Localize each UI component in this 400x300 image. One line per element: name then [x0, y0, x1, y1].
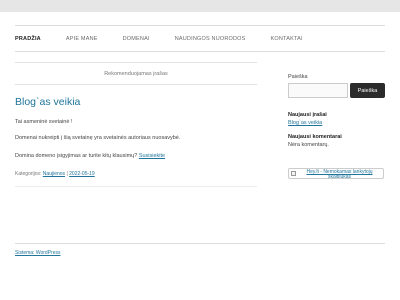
nav-item-pradzia[interactable]: PRADŽIA	[15, 36, 41, 42]
counter-banner-link[interactable]: Hey.lt - Nemokamas lankytojų skaitliukas	[298, 170, 381, 179]
nav-item-domenai[interactable]: DOMENAI	[123, 36, 150, 42]
nav-item-naudingos-nuorodos[interactable]: NAUDINGOS NUORODOS	[175, 36, 246, 42]
post-article: Blog`as veikia Tai asmeninė svetainė ! D…	[15, 96, 257, 187]
meta-separator: |	[66, 171, 68, 177]
post-paragraph-1: Tai asmeninė svetainė !	[15, 119, 73, 125]
footer-credit-link[interactable]: Sistema: WordPress	[15, 250, 60, 256]
recent-posts-title: Naujausi įrašai	[288, 112, 327, 118]
post-date-link[interactable]: 2022-05-19	[69, 171, 95, 177]
post-paragraph-3-text: Domina domeno įsigyjimas ar turite kitų …	[15, 153, 138, 159]
search-button[interactable]: Paieška	[350, 83, 385, 98]
category-link[interactable]: Naujienos	[43, 171, 65, 177]
post-title[interactable]: Blog`as veikia	[15, 96, 257, 108]
contact-link[interactable]: Susisiekite	[139, 153, 165, 159]
recent-post-link[interactable]: Blog`as veikia	[288, 120, 322, 126]
recent-comments-empty: Nėra komentarų.	[288, 142, 329, 148]
main-content: Rekomenduojamas įrašas Blog`as veikia Ta…	[15, 62, 257, 187]
broken-image-icon	[291, 171, 296, 176]
sidebar: Paieška Paieška Naujausi įrašai Blog`as …	[288, 74, 385, 179]
post-paragraph-2: Domenai nukreipti į šią svetainę yra sve…	[15, 135, 181, 141]
post-meta: Kategorijos: Naujienos | 2022-05-19	[15, 171, 257, 177]
footer-divider	[15, 243, 385, 244]
recent-comments-title: Naujausi komentarai	[288, 134, 342, 140]
post-divider	[15, 186, 257, 187]
nav-item-apie-mane[interactable]: APIE MANE	[66, 36, 98, 42]
recent-posts-widget: Naujausi įrašai Blog`as veikia	[288, 112, 385, 126]
main-navigation: PRADŽIA APIE MANE DOMENAI NAUDINGOS NUOR…	[15, 26, 385, 52]
search-form: Paieška	[288, 83, 385, 98]
nav-item-kontaktai[interactable]: KONTAKTAI	[271, 36, 303, 42]
featured-post-label: Rekomenduojamas įrašas	[15, 62, 257, 85]
search-label: Paieška	[288, 74, 308, 80]
recent-comments-widget: Naujausi komentarai Nėra komentarų.	[288, 134, 385, 148]
search-input[interactable]	[288, 83, 348, 98]
category-prefix: Kategorijos:	[15, 171, 42, 177]
post-paragraph-3: Domina domeno įsigyjimas ar turite kitų …	[15, 153, 257, 159]
counter-banner[interactable]: Hey.lt - Nemokamas lankytojų skaitliukas	[288, 168, 384, 179]
